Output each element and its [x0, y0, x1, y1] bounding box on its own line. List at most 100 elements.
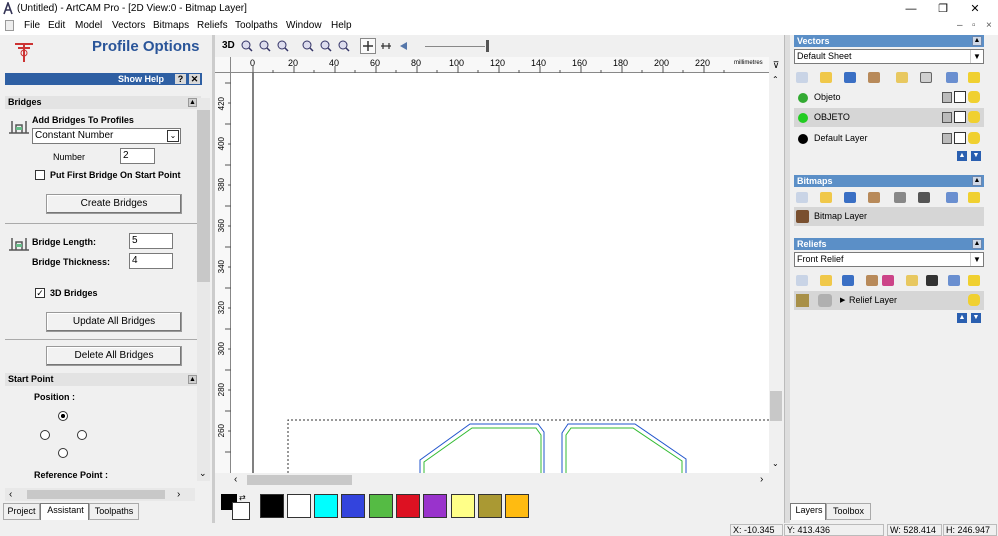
vector-sheet-select[interactable]: Default Sheet ▼ [794, 49, 984, 64]
canvas-vscrollbar[interactable]: ⌃ ⌄ [769, 73, 783, 473]
color-swatch-orange[interactable] [505, 494, 529, 518]
menu-model[interactable]: Model [75, 20, 102, 31]
mdi-close-button[interactable]: × [986, 20, 992, 31]
new-bitmap-icon[interactable] [796, 192, 808, 203]
bitmaps-section-header[interactable]: Bitmaps ▲ [794, 175, 984, 187]
slider-handle[interactable] [486, 40, 489, 52]
move-layer-up-icon[interactable]: ▲ [957, 151, 967, 161]
position-bottom-radio[interactable] [58, 448, 68, 458]
left-panel-scrollbar[interactable]: ⌄ [197, 98, 210, 481]
edit-icon[interactable] [954, 91, 966, 103]
move-layer-down-icon[interactable]: ▼ [971, 151, 981, 161]
copy-icon[interactable] [896, 72, 908, 83]
mdi-minimize-button[interactable]: – [957, 20, 963, 31]
number-input[interactable]: 2 [120, 148, 155, 164]
update-all-bridges-button[interactable]: Update All Bridges [46, 312, 182, 332]
edit-icon[interactable] [954, 111, 966, 123]
layer-color-dot[interactable] [798, 93, 808, 103]
tab-assistant[interactable]: Assistant [40, 503, 89, 520]
collapse-arrow-icon[interactable]: ▲ [188, 98, 197, 107]
relief-mode-icon[interactable] [818, 294, 832, 307]
menu-file[interactable]: File [24, 20, 40, 31]
delete-icon[interactable] [946, 72, 958, 83]
drawing-canvas[interactable] [231, 73, 769, 473]
menu-window[interactable]: Window [286, 20, 322, 31]
move-layer-down-icon[interactable]: ▼ [971, 313, 981, 323]
back-arrow-icon[interactable] [397, 40, 409, 52]
first-bridge-checkbox[interactable] [35, 170, 45, 180]
visibility-bulb-icon[interactable] [968, 132, 980, 144]
lock-icon[interactable] [942, 133, 952, 144]
reliefs-section-header[interactable]: Reliefs ▲ [794, 238, 984, 250]
layer-color-dot[interactable] [798, 134, 808, 144]
lightbulb-icon[interactable] [968, 275, 980, 286]
merge-icon[interactable] [868, 72, 880, 83]
scroll-left-icon[interactable]: ‹ [234, 474, 237, 486]
lightbulb-icon[interactable] [968, 72, 980, 83]
menu-bitmaps[interactable]: Bitmaps [153, 20, 189, 31]
splitter[interactable] [784, 35, 790, 523]
expand-arrow-icon[interactable]: ▶ [840, 291, 845, 310]
help-question-button[interactable]: ? [175, 74, 186, 84]
color-swatch-cyan[interactable] [314, 494, 338, 518]
collapse-arrow-icon[interactable]: ▲ [972, 36, 982, 46]
save-icon[interactable] [844, 192, 856, 203]
3d-view-button[interactable]: 3D [222, 40, 235, 51]
copy-icon[interactable] [906, 275, 918, 286]
color-swatch-white[interactable] [287, 494, 311, 518]
delete-all-bridges-button[interactable]: Delete All Bridges [46, 346, 182, 366]
pan-tool-icon[interactable] [360, 38, 376, 54]
tab-toolpaths[interactable]: Toolpaths [89, 503, 139, 520]
color-swatch-blue[interactable] [341, 494, 365, 518]
bridge-thickness-input[interactable]: 4 [129, 253, 173, 269]
layer-color-dot[interactable] [798, 113, 808, 123]
color-swatch-black[interactable] [260, 494, 284, 518]
swap-colors-icon[interactable]: ⇄ [239, 493, 246, 502]
close-button[interactable]: ✕ [960, 1, 990, 17]
new-layer-icon[interactable] [796, 72, 808, 83]
lightbulb-icon[interactable] [968, 192, 980, 203]
layers-icon[interactable] [882, 275, 894, 286]
maximize-button[interactable]: ❐ [928, 1, 958, 17]
secondary-color-swatch[interactable] [232, 502, 250, 520]
scroll-thumb[interactable] [247, 475, 352, 485]
save-icon[interactable] [842, 275, 854, 286]
delete-icon[interactable] [946, 192, 958, 203]
visibility-bulb-icon[interactable] [968, 111, 980, 123]
new-relief-icon[interactable] [796, 275, 808, 286]
bitmap-settings-icon[interactable] [894, 192, 906, 203]
help-close-button[interactable]: ✕ [189, 74, 200, 84]
layer-row[interactable]: Default Layer [794, 129, 984, 148]
ruler-options-icon[interactable]: ⊽ [769, 57, 783, 73]
open-icon[interactable] [820, 72, 832, 83]
position-top-radio[interactable] [58, 411, 68, 421]
scroll-right-icon[interactable]: › [177, 489, 180, 500]
scroll-thumb[interactable] [197, 110, 210, 282]
position-right-radio[interactable] [77, 430, 87, 440]
color-swatch-olive[interactable] [478, 494, 502, 518]
tab-layers[interactable]: Layers [790, 503, 826, 520]
bridge-length-input[interactable]: 5 [129, 233, 173, 249]
measure-icon[interactable] [380, 40, 392, 52]
menu-help[interactable]: Help [331, 20, 352, 31]
edit-icon[interactable] [954, 132, 966, 144]
scroll-thumb[interactable] [770, 391, 782, 421]
left-panel-hscrollbar[interactable]: ‹ › [5, 488, 195, 501]
brightness-slider[interactable] [425, 46, 485, 47]
scroll-up-icon[interactable]: ⌃ [772, 75, 779, 84]
merge-icon[interactable] [868, 192, 880, 203]
minimize-button[interactable]: — [896, 1, 926, 17]
scroll-down-icon[interactable]: ⌄ [199, 468, 207, 479]
layer-row[interactable]: Objeto [794, 88, 984, 107]
bridges-section-header[interactable]: Bridges ▲ [5, 96, 201, 109]
chevron-down-icon[interactable]: ▼ [970, 50, 983, 63]
position-left-radio[interactable] [40, 430, 50, 440]
vectors-section-header[interactable]: Vectors ▲ [794, 35, 984, 47]
canvas-hscrollbar[interactable]: ‹ › [231, 473, 769, 487]
open-icon[interactable] [820, 192, 832, 203]
collapse-arrow-icon[interactable]: ▲ [972, 239, 982, 249]
menu-reliefs[interactable]: Reliefs [197, 20, 228, 31]
delete-icon[interactable] [948, 275, 960, 286]
save-icon[interactable] [844, 72, 856, 83]
chevron-down-icon[interactable]: ▼ [970, 253, 983, 266]
